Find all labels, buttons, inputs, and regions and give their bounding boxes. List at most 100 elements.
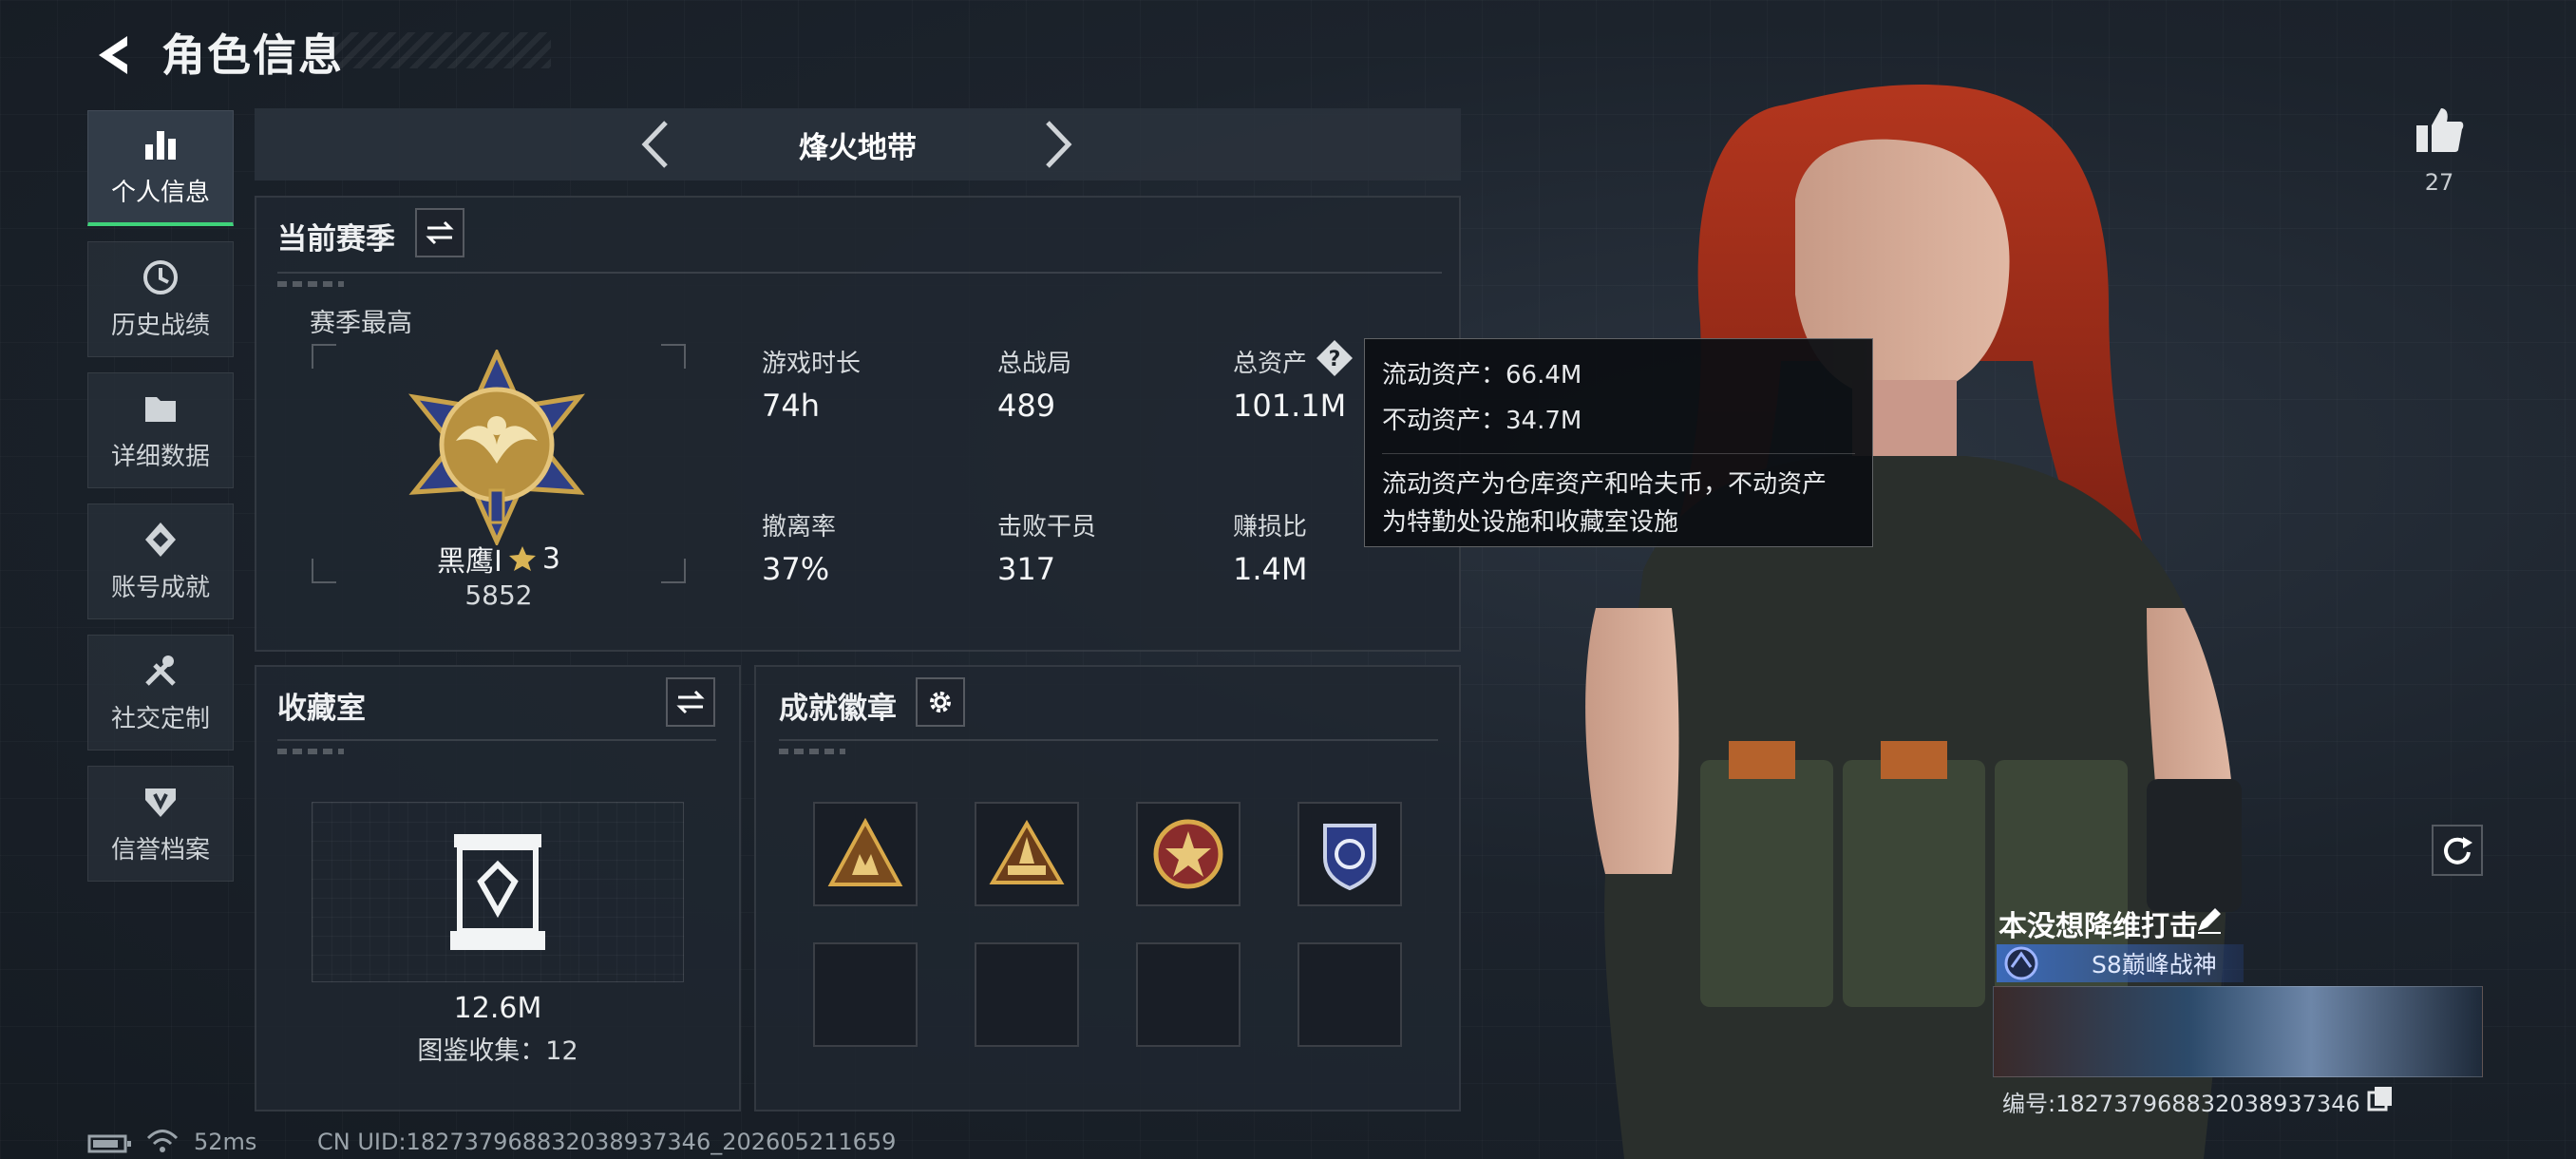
achievements-settings-button[interactable] — [916, 677, 965, 727]
like-count: 27 — [2424, 169, 2454, 196]
wifi-icon — [146, 1130, 179, 1152]
folder-icon — [145, 396, 176, 422]
badge-slot-1[interactable] — [813, 802, 918, 906]
title-decoration — [332, 32, 551, 68]
rank-stars: 3 — [541, 542, 560, 576]
back-button[interactable] — [84, 27, 141, 84]
sidebar-item-label: 详细数据 — [110, 442, 210, 471]
badge-3-icon — [1153, 819, 1223, 889]
prev-mode-button[interactable] — [627, 114, 684, 175]
badge-slot-2[interactable] — [975, 802, 1079, 906]
badge-1-icon — [827, 817, 903, 886]
player-title-bar: S8巅峰战神 — [1997, 944, 2244, 982]
swap-icon — [676, 690, 705, 714]
collection-title: 收藏室 — [277, 692, 366, 726]
sidebar-item-achievements[interactable]: 账号成就 — [87, 504, 234, 619]
tools-icon — [145, 655, 176, 686]
stat-value-matches: 489 — [997, 388, 1056, 424]
decor-dashes — [277, 749, 344, 754]
next-mode-button[interactable] — [1030, 114, 1087, 175]
bar-chart-icon — [145, 131, 176, 160]
stat-value-playtime: 74h — [762, 388, 820, 424]
ping-text: 52ms — [194, 1129, 257, 1155]
sidebar-item-personal-info[interactable]: 个人信息 — [87, 110, 234, 226]
badge-slot-3[interactable] — [1136, 802, 1241, 906]
edit-name-button[interactable] — [2194, 904, 2225, 939]
sidebar-item-social[interactable]: 社交定制 — [87, 635, 234, 750]
tooltip-fixed-assets: 不动资产：34.7M — [1382, 407, 1582, 435]
rank-line: 黑鹰Ⅰ 3 — [418, 538, 579, 580]
stat-value-kills: 317 — [997, 551, 1056, 587]
display-case-icon — [450, 834, 545, 950]
stat-label-playtime: 游戏时长 — [762, 350, 862, 378]
season-best-label: 赛季最高 — [310, 309, 412, 338]
star-icon — [508, 546, 536, 571]
badge-slot-empty[interactable] — [813, 942, 918, 1047]
badge-slot-4[interactable] — [1297, 802, 1402, 906]
badge-slot-empty[interactable] — [1297, 942, 1402, 1047]
divider — [277, 739, 716, 741]
swap-icon — [426, 220, 454, 245]
collection-switch-button[interactable] — [666, 677, 715, 727]
tooltip-divider — [1382, 453, 1855, 454]
sidebar-item-label: 个人信息 — [110, 179, 210, 207]
season-switch-button[interactable] — [415, 208, 464, 257]
tooltip-desc-line-1: 流动资产为仓库资产和哈夫币，不动资产 — [1382, 470, 1828, 499]
player-title: S8巅峰战神 — [2092, 951, 2217, 978]
stat-label-extract-rate: 撤离率 — [762, 513, 837, 542]
rank-name: 黑鹰Ⅰ — [437, 545, 502, 579]
sidebar-item-history[interactable]: 历史战绩 — [87, 241, 234, 357]
like-button[interactable] — [2409, 99, 2470, 160]
thumbs-up-icon — [2416, 108, 2464, 152]
player-name: 本没想降维打击 — [1998, 910, 2198, 943]
badge-slot-empty[interactable] — [1136, 942, 1241, 1047]
pencil-icon — [2198, 908, 2221, 934]
decor-dashes — [779, 749, 845, 754]
svg-text:?: ? — [1329, 348, 1341, 371]
decor-dashes — [277, 281, 344, 287]
back-arrow-icon — [99, 36, 127, 74]
status-uid-text: CN UID:18273796883203893734​6_2026052116… — [317, 1129, 897, 1155]
season-title: 当前赛季 — [277, 222, 395, 256]
frame-corner — [661, 559, 686, 583]
divider — [779, 739, 1438, 741]
badge-slot-empty[interactable] — [975, 942, 1079, 1047]
assets-tooltip: 流动资产：66.4M 不动资产：34.7M 流动资产为仓库资产和哈夫币，不动资产… — [1364, 338, 1873, 547]
copy-uid-button[interactable] — [2367, 1085, 2394, 1115]
rank-medal-icon — [407, 350, 586, 545]
stat-label-profit-ratio: 赚损比 — [1233, 513, 1308, 542]
stat-label-kills: 击败干员 — [997, 513, 1097, 542]
stat-value-profit-ratio: 1.4M — [1233, 551, 1308, 587]
sidebar-item-label: 社交定制 — [110, 704, 210, 733]
assets-help-button[interactable]: ? — [1315, 338, 1354, 378]
badge-2-icon — [989, 820, 1065, 884]
help-icon: ? — [1316, 340, 1353, 376]
refresh-button[interactable] — [2432, 825, 2483, 876]
battery-icon — [87, 1134, 131, 1153]
frame-corner — [312, 344, 336, 369]
sidebar-item-label: 信誉档案 — [110, 835, 210, 864]
collection-value: 12.6M — [453, 992, 542, 1025]
badge-4-icon — [1323, 824, 1376, 891]
sidebar-item-detailed-data[interactable]: 详细数据 — [87, 372, 234, 488]
achievements-title: 成就徽章 — [779, 692, 897, 726]
sidebar-item-reputation[interactable]: 信誉档案 — [87, 766, 234, 882]
tooltip-liquid-assets: 流动资产：66.4M — [1382, 361, 1582, 390]
player-banner[interactable] — [1993, 986, 2483, 1077]
chevron-left-icon — [641, 121, 668, 168]
divider — [277, 272, 1442, 274]
shield-icon — [145, 788, 176, 817]
refresh-icon — [2444, 837, 2472, 864]
stat-label-assets: 总资产 — [1233, 350, 1308, 378]
title-emblem-icon — [2004, 946, 2038, 980]
gear-icon — [930, 692, 951, 712]
player-uid: 编号:18273796883203893734​6 — [2002, 1091, 2360, 1117]
stat-label-matches: 总战局 — [997, 350, 1072, 378]
sidebar-item-label: 账号成就 — [110, 573, 210, 602]
sidebar-item-label: 历史战绩 — [110, 311, 210, 340]
stat-value-extract-rate: 37% — [762, 551, 830, 587]
chevron-right-icon — [1046, 121, 1072, 168]
frame-corner — [312, 559, 336, 583]
rank-score: 5852 — [464, 580, 533, 611]
tooltip-desc-line-2: 为特勤处设施和收藏室设施 — [1382, 508, 1679, 537]
